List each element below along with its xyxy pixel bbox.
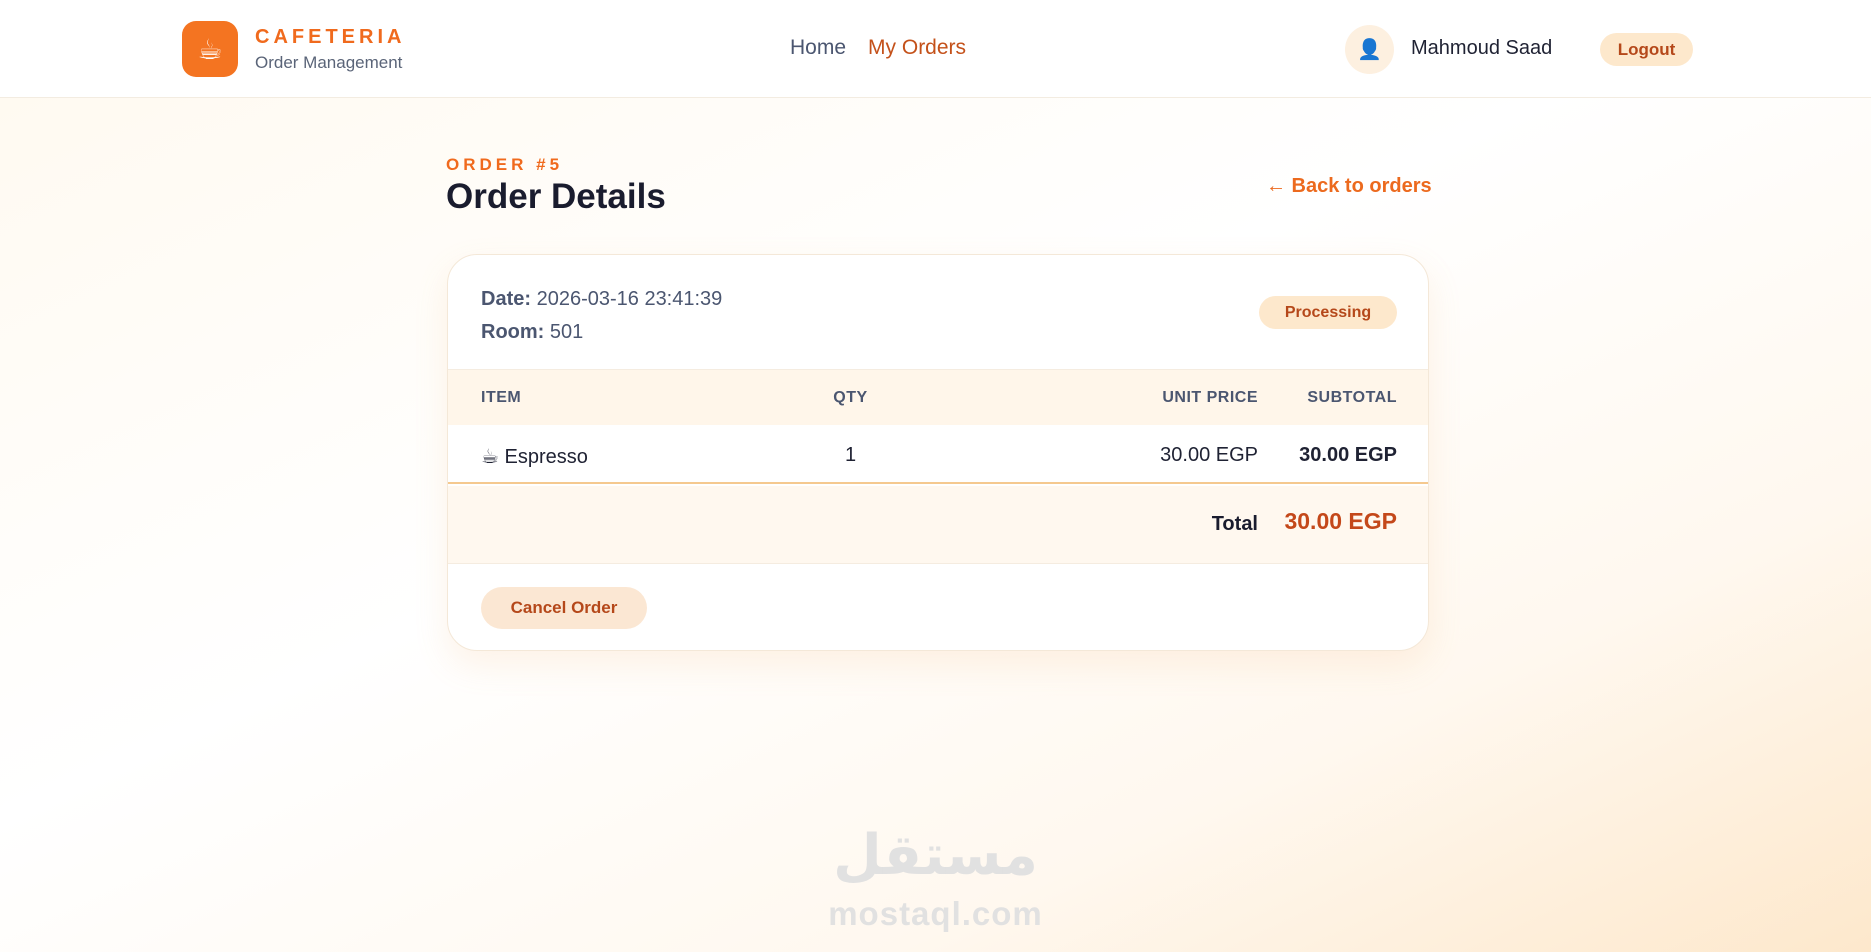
room-label: Room: xyxy=(481,321,545,343)
column-header-subtotal: SUBTOTAL xyxy=(1307,389,1397,406)
total-label: Total xyxy=(1211,513,1258,535)
user-avatar-icon[interactable]: 👤 xyxy=(1345,25,1394,74)
table-header: ITEM QTY UNIT PRICE SUBTOTAL xyxy=(448,369,1428,425)
order-date: Date: 2026-03-16 23:41:39 xyxy=(481,283,722,316)
page-title: Order Details xyxy=(446,177,666,216)
column-header-item: ITEM xyxy=(481,389,522,406)
order-details-card: Date: 2026-03-16 23:41:39 Room: 501 Proc… xyxy=(447,254,1429,651)
brand[interactable]: ☕ CAFETERIA Order Management xyxy=(182,21,405,77)
total-value: 30.00 EGP xyxy=(1284,508,1397,534)
main-nav: Home My Orders xyxy=(790,36,966,60)
coffee-cup-icon: ☕ xyxy=(481,446,499,468)
brand-subtitle: Order Management xyxy=(255,52,403,72)
top-navbar: ☕ CAFETERIA Order Management Home My Ord… xyxy=(0,0,1871,98)
room-value: 501 xyxy=(549,321,584,343)
logout-button[interactable]: Logout xyxy=(1600,33,1693,66)
subtotal-cell: 30.00 EGP xyxy=(1299,444,1397,466)
date-value: 2026-03-16 23:41:39 xyxy=(536,288,723,310)
status-badge: Processing xyxy=(1259,296,1397,329)
total-row: Total 30.00 EGP xyxy=(448,486,1428,564)
column-header-qty: QTY xyxy=(833,389,868,406)
nav-my-orders-link[interactable]: My Orders xyxy=(868,36,966,60)
order-number-label: ORDER #5 xyxy=(446,155,564,174)
qty-cell: 1 xyxy=(844,444,857,466)
brand-text: CAFETERIA Order Management xyxy=(255,26,405,73)
user-name: Mahmoud Saad xyxy=(1411,37,1553,59)
back-to-orders-link[interactable]: ← Back to orders xyxy=(1266,175,1432,198)
watermark-arabic: مستقل xyxy=(833,823,1038,886)
unit-price-cell: 30.00 EGP xyxy=(1160,444,1258,466)
coffee-cup-icon: ☕ xyxy=(182,21,238,77)
date-label: Date: xyxy=(481,288,532,310)
brand-name: CAFETERIA xyxy=(255,25,406,48)
watermark-latin: mostaql.com xyxy=(828,895,1043,932)
column-header-unit-price: UNIT PRICE xyxy=(1162,389,1258,406)
item-cell: ☕ Espresso xyxy=(481,444,588,469)
order-meta: Date: 2026-03-16 23:41:39 Room: 501 xyxy=(481,283,722,349)
table-row: ☕ Espresso 1 30.00 EGP 30.00 EGP xyxy=(448,425,1428,484)
item-name: Espresso xyxy=(504,446,588,468)
order-room: Room: 501 xyxy=(481,316,722,349)
nav-home-link[interactable]: Home xyxy=(790,36,846,60)
cancel-order-button[interactable]: Cancel Order xyxy=(481,587,647,629)
